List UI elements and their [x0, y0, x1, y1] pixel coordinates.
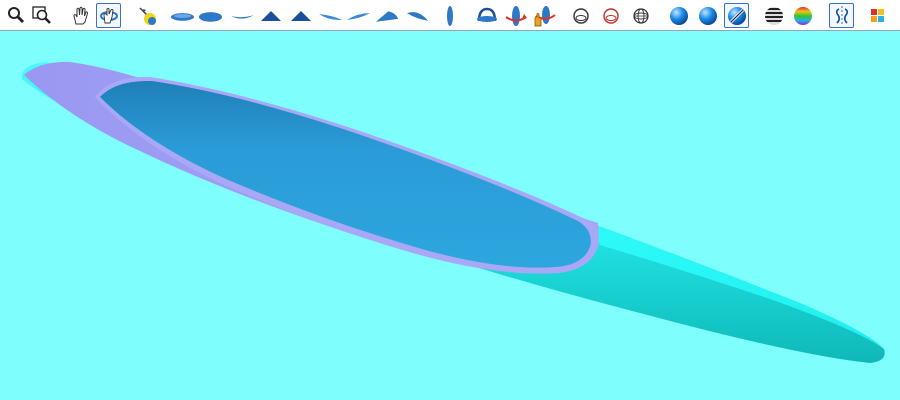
pan-hand-icon [72, 6, 88, 24]
view-iso-icon [375, 10, 399, 22]
render-hidden-line-icon [602, 7, 619, 24]
view-left-button[interactable] [318, 3, 343, 28]
view-iso-2-icon [406, 11, 429, 21]
render-stripes-icon [764, 6, 783, 25]
rotate-view-icon [99, 7, 118, 23]
render-shaded-icon [669, 6, 688, 25]
zoom-window-icon [31, 5, 51, 24]
color-palette-button[interactable] [865, 3, 890, 28]
light-source-icon [138, 6, 156, 25]
render-smooth-icon [698, 6, 717, 25]
rotate-x-icon [476, 7, 497, 22]
render-curvature-icon [793, 6, 812, 25]
render-shaded-button[interactable] [666, 3, 691, 28]
view-front-button[interactable] [258, 3, 283, 28]
render-stripes-button[interactable] [761, 3, 786, 28]
view-side-icon [230, 14, 255, 19]
zoom-window-button[interactable] [29, 3, 54, 28]
render-hidden-line-button[interactable] [598, 3, 623, 28]
view-top-icon [170, 12, 195, 21]
render-wireframe-icon [632, 7, 649, 24]
rotate-view-button[interactable] [96, 3, 121, 28]
zoom-button[interactable] [3, 3, 28, 28]
light-source-button[interactable] [135, 3, 160, 28]
render-curvature-button[interactable] [790, 3, 815, 28]
rotate-hand-icon [534, 5, 556, 26]
render-edit-shaded-icon [727, 6, 746, 25]
render-wireframe-button[interactable] [628, 3, 653, 28]
cockpit-opening [100, 80, 591, 268]
view-left-icon [318, 13, 343, 20]
rotate-y-icon [504, 5, 527, 26]
view-bottom-icon [198, 11, 223, 22]
view-back-button[interactable] [288, 3, 313, 28]
render-outline-button[interactable] [568, 3, 593, 28]
view-top-button[interactable] [170, 3, 195, 28]
view-bottom-button[interactable] [198, 3, 223, 28]
view-front-icon [260, 10, 281, 21]
view-toolbar [0, 0, 900, 31]
3d-viewport[interactable] [0, 31, 900, 400]
view-iso-button[interactable] [375, 3, 400, 28]
pan-button[interactable] [68, 3, 93, 28]
rotate-hand-button[interactable] [531, 3, 556, 28]
rotate-y-button[interactable] [503, 3, 528, 28]
rotate-x-button[interactable] [474, 3, 499, 28]
view-right-icon [346, 12, 371, 20]
symmetry-button[interactable] [829, 3, 854, 28]
zoom-icon [7, 6, 24, 23]
symmetry-icon [835, 5, 848, 26]
view-back-icon [290, 10, 311, 21]
view-side-button[interactable] [230, 3, 255, 28]
view-right-button[interactable] [346, 3, 371, 28]
view-iso-2-button[interactable] [405, 3, 430, 28]
render-smooth-button[interactable] [695, 3, 720, 28]
render-edit-shaded-button[interactable] [724, 3, 749, 28]
render-outline-icon [572, 7, 589, 24]
color-palette-icon [870, 8, 884, 22]
view-end-icon [446, 5, 453, 26]
view-end-button[interactable] [437, 3, 462, 28]
